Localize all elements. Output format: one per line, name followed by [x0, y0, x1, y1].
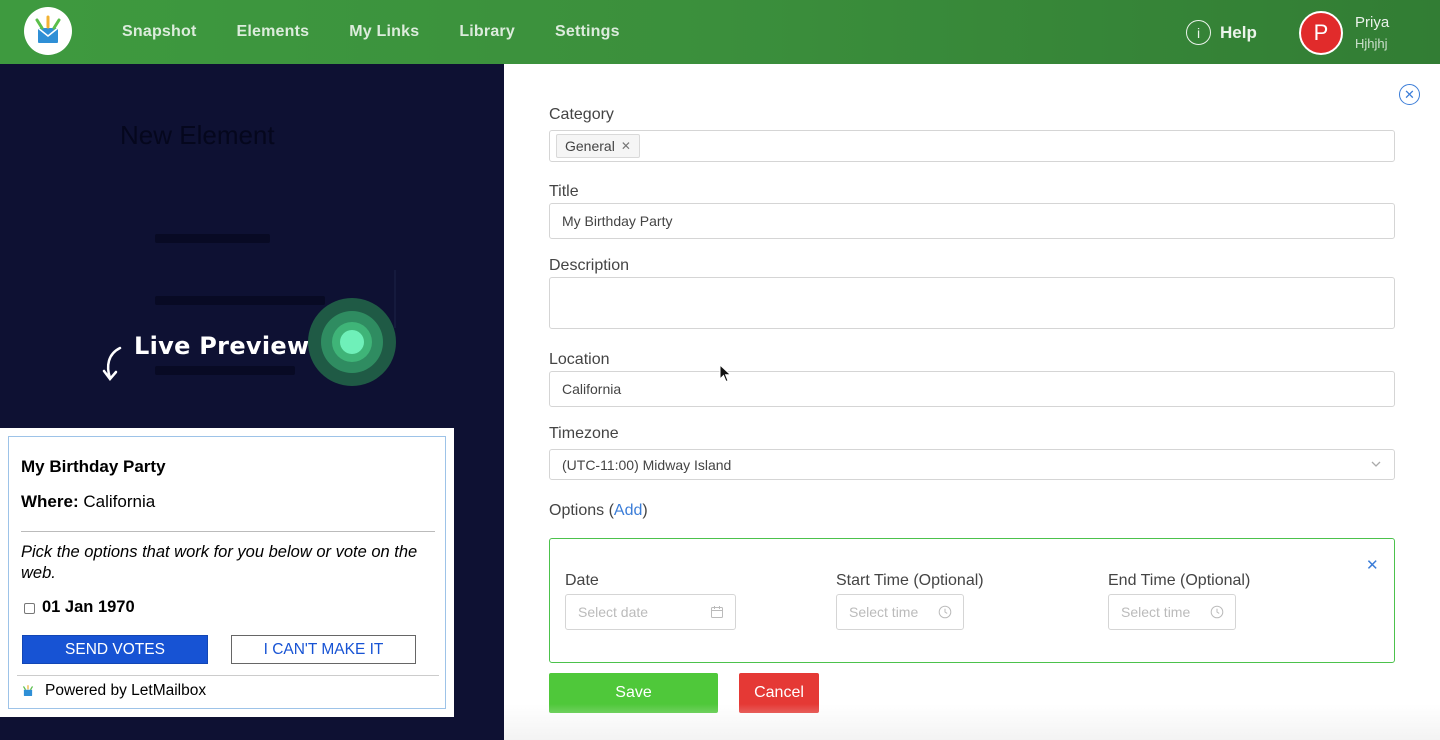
title-label: Title [549, 183, 579, 200]
clock-icon [938, 605, 952, 619]
letmailbox-logo-icon [22, 685, 34, 696]
close-panel-icon[interactable]: ✕ [1399, 84, 1420, 105]
divider [394, 270, 396, 328]
end-time-label: End Time (Optional) [1108, 572, 1251, 589]
timezone-label: Timezone [549, 425, 619, 442]
letmailbox-logo-icon [35, 15, 61, 43]
ghost-line [155, 234, 270, 243]
divider [21, 531, 435, 532]
remove-tag-icon[interactable]: ✕ [621, 139, 631, 153]
email-preview-card: My Birthday Party Where: California Pick… [8, 436, 446, 709]
start-time-placeholder: Select time [849, 604, 919, 620]
remove-option-icon[interactable]: ✕ [1366, 556, 1379, 574]
preview-where-label: Where: [21, 492, 79, 511]
pulse-indicator-icon [308, 298, 396, 386]
main-nav: Snapshot Elements My Links Library Setti… [122, 0, 620, 64]
timezone-select[interactable]: (UTC-11:00) Midway Island [549, 449, 1395, 480]
preview-location: Where: California [21, 492, 155, 512]
nav-elements[interactable]: Elements [237, 23, 310, 41]
help-label: Help [1220, 22, 1257, 42]
start-time-label: Start Time (Optional) [836, 572, 984, 589]
category-select[interactable]: General ✕ [549, 130, 1395, 162]
help-link[interactable]: i Help [1186, 20, 1257, 45]
bottom-fade [504, 704, 1440, 740]
date-label: Date [565, 572, 599, 589]
ghost-line [155, 296, 325, 305]
end-time-placeholder: Select time [1121, 604, 1191, 620]
options-paren: ) [642, 502, 648, 519]
title-input[interactable]: My Birthday Party [549, 203, 1395, 239]
timezone-value: (UTC-11:00) Midway Island [562, 456, 732, 473]
info-icon: i [1186, 20, 1211, 45]
location-label: Location [549, 351, 610, 368]
date-placeholder: Select date [578, 604, 649, 620]
options-label: Options ( [549, 502, 614, 519]
preview-instructions: Pick the options that work for you below… [21, 543, 418, 582]
user-subtitle: Hjhjhj [1355, 36, 1388, 51]
live-preview-label: Live Preview [134, 332, 310, 360]
add-option-link[interactable]: Add [614, 502, 642, 519]
category-label: Category [549, 106, 614, 123]
clock-icon [1210, 605, 1224, 619]
nav-snapshot[interactable]: Snapshot [122, 23, 197, 41]
description-label: Description [549, 257, 630, 274]
ghost-page-title: New Element [120, 120, 275, 150]
options-heading: Options (Add) [549, 502, 648, 520]
start-time-picker[interactable]: Select time [836, 594, 964, 630]
user-avatar[interactable]: P [1299, 11, 1343, 55]
end-time-picker[interactable]: Select time [1108, 594, 1236, 630]
category-tag-label: General [565, 138, 615, 154]
nav-settings[interactable]: Settings [555, 23, 620, 41]
date-picker[interactable]: Select date [565, 594, 736, 630]
calendar-icon [711, 606, 723, 618]
divider [17, 675, 439, 676]
cant-make-it-button[interactable]: I CAN'T MAKE IT [231, 635, 416, 664]
category-tag: General ✕ [556, 134, 640, 158]
nav-library[interactable]: Library [459, 23, 515, 41]
user-name[interactable]: Priya [1355, 14, 1389, 31]
app-logo[interactable] [24, 7, 72, 55]
top-nav-bar: Snapshot Elements My Links Library Setti… [0, 0, 1440, 64]
date-option-label: 01 Jan 1970 [42, 598, 135, 616]
send-votes-button[interactable]: SEND VOTES [22, 635, 208, 664]
powered-by-footer: Powered by LetMailbox [21, 682, 206, 700]
ghost-line [155, 366, 295, 375]
preview-title: My Birthday Party [21, 457, 166, 476]
nav-my-links[interactable]: My Links [349, 23, 419, 41]
preview-where-value: California [83, 492, 156, 511]
description-textarea[interactable] [549, 277, 1395, 329]
location-input[interactable]: California [549, 371, 1395, 407]
chevron-down-icon [1371, 461, 1381, 467]
mouse-cursor-icon [719, 364, 732, 383]
date-option-checkbox[interactable] [24, 603, 35, 614]
curved-arrow-icon [102, 346, 122, 381]
powered-by-label: Powered by LetMailbox [45, 682, 207, 699]
